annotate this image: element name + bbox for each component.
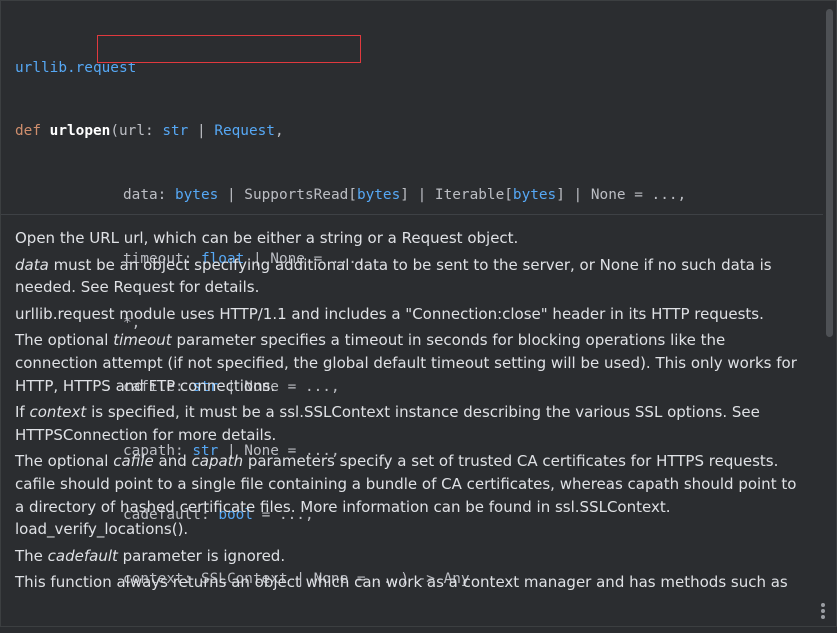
- more-vertical-icon[interactable]: [820, 602, 826, 619]
- doc-emphasis: data: [15, 255, 49, 274]
- highlight-annotation: [97, 35, 361, 63]
- doc-text: This function always returns an object w…: [15, 573, 788, 592]
- type-separator: |: [188, 123, 215, 140]
- doc-text: must be an object specifying additional …: [15, 255, 772, 297]
- scrollbar[interactable]: [824, 1, 834, 628]
- divider: [1, 214, 823, 215]
- param-url: (url:: [110, 123, 163, 140]
- doc-text: urllib.request module uses HTTP/1.1 and …: [15, 304, 764, 323]
- doc-paragraph: If context is specified, it must be a ss…: [15, 401, 805, 446]
- doc-text: The: [15, 546, 48, 565]
- doc-emphasis: cafile: [113, 452, 154, 471]
- doc-text: parameter is ignored.: [117, 546, 286, 565]
- type-link-bytes[interactable]: bytes: [357, 187, 400, 203]
- doc-paragraph: urllib.request module uses HTTP/1.1 and …: [15, 303, 805, 326]
- param-end: ,: [274, 123, 284, 140]
- doc-paragraph: The optional cafile and capath parameter…: [15, 450, 805, 540]
- doc-emphasis: cadefault: [47, 546, 118, 565]
- doc-emphasis: context: [29, 403, 87, 422]
- type-text: ] | Iterable[: [400, 187, 513, 204]
- type-link-request[interactable]: Request: [214, 123, 275, 139]
- doc-paragraph: Open the URL url, which can be either a …: [15, 227, 805, 250]
- doc-text: and: [153, 452, 192, 471]
- doc-text: The optional: [15, 452, 114, 471]
- documentation-popup: urllib.request def urlopen(url: str | Re…: [0, 0, 837, 627]
- function-signature: urllib.request def urlopen(url: str | Re…: [1, 1, 823, 587]
- scrollbar-thumb[interactable]: [826, 9, 833, 337]
- docstring: Open the URL url, which can be either a …: [15, 227, 805, 598]
- type-link-bytes[interactable]: bytes: [513, 187, 556, 203]
- type-link-bytes[interactable]: bytes: [175, 187, 218, 203]
- doc-text: Open the URL url, which can be either a …: [15, 229, 519, 247]
- function-name: urlopen: [49, 123, 111, 140]
- doc-text: The optional: [15, 331, 114, 350]
- doc-paragraph: data must be an object specifying additi…: [15, 254, 805, 299]
- type-link-str[interactable]: str: [162, 123, 188, 139]
- doc-emphasis: capath: [191, 452, 244, 471]
- param-data: data:: [123, 187, 175, 204]
- doc-emphasis: timeout: [113, 331, 172, 350]
- doc-text: If: [15, 403, 30, 422]
- type-text: | SupportsRead[: [218, 187, 357, 204]
- doc-paragraph: This function always returns an object w…: [15, 571, 805, 594]
- doc-text: is specified, it must be a ssl.SSLContex…: [15, 403, 760, 444]
- doc-paragraph: The optional timeout parameter specifies…: [15, 329, 805, 397]
- type-text: ] | None = ...,: [556, 187, 687, 204]
- def-keyword: def: [15, 123, 41, 140]
- doc-paragraph: The cadefault parameter is ignored.: [15, 545, 805, 568]
